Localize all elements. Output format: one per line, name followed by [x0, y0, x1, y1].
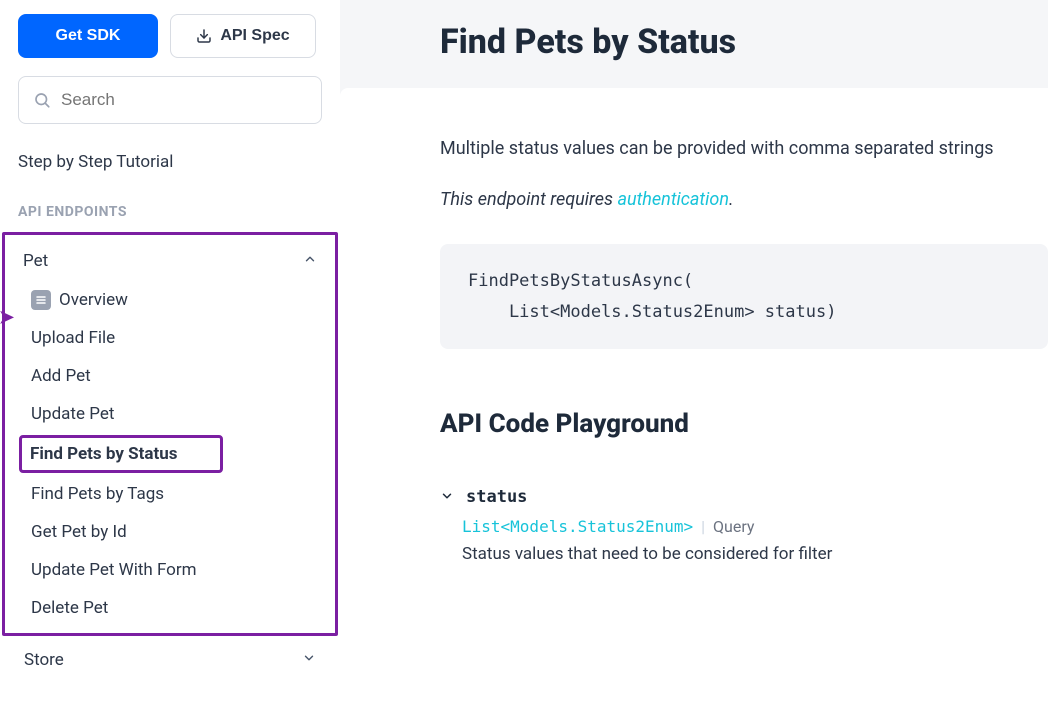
download-icon	[196, 28, 212, 44]
sidebar-item-label: Update Pet	[31, 404, 114, 424]
sidebar-item-label: Update Pet With Form	[31, 560, 197, 580]
param-meta: List<Models.Status2Enum> | Query	[440, 517, 1048, 536]
sidebar-item-label: Upload File	[31, 328, 115, 348]
category-store[interactable]: Store	[18, 640, 322, 670]
sidebar-item-delete-pet[interactable]: Delete Pet	[21, 589, 323, 627]
sidebar-item-update-pet[interactable]: Update Pet	[21, 395, 323, 433]
chevron-down-icon	[302, 651, 316, 669]
search-box[interactable]	[18, 76, 322, 124]
sidebar-item-label: Overview	[59, 290, 128, 310]
sidebar-item-find-pets-by-status[interactable]: Find Pets by Status	[19, 435, 223, 473]
section-label: API ENDPOINTS	[18, 204, 322, 220]
api-spec-button[interactable]: API Spec	[170, 14, 316, 58]
get-sdk-button[interactable]: Get SDK	[18, 14, 158, 58]
pet-nav-list: Overview Upload File Add Pet Update Pet …	[17, 281, 323, 627]
param-name: status	[466, 487, 527, 507]
sidebar-item-update-pet-with-form[interactable]: Update Pet With Form	[21, 551, 323, 589]
api-spec-label: API Spec	[220, 27, 289, 45]
chevron-down-icon	[440, 488, 454, 507]
param-description: Status values that need to be considered…	[462, 544, 1048, 564]
sidebar-item-label: Find Pets by Tags	[31, 484, 164, 504]
param-location: Query	[713, 517, 754, 536]
document-icon	[31, 290, 51, 310]
endpoint-description: Multiple status values can be provided w…	[440, 138, 1048, 159]
auth-prefix: This endpoint requires	[440, 189, 617, 210]
category-label: Store	[24, 650, 64, 670]
tutorial-link[interactable]: Step by Step Tutorial	[18, 152, 322, 172]
param-header[interactable]: status	[440, 487, 1048, 507]
sidebar-item-label: Find Pets by Status	[30, 444, 177, 464]
sidebar-item-label: Add Pet	[31, 366, 91, 386]
category-pet[interactable]: Pet	[17, 241, 323, 281]
param-type[interactable]: List<Models.Status2Enum>	[462, 517, 693, 536]
sidebar: Get SDK API Spec Step by Step Tutorial A…	[0, 0, 340, 711]
param-block: status List<Models.Status2Enum> | Query …	[440, 487, 1048, 564]
auth-note: This endpoint requires authentication.	[440, 189, 1048, 210]
sidebar-item-label: Get Pet by Id	[31, 522, 127, 542]
auth-suffix: .	[729, 189, 734, 210]
sidebar-item-add-pet[interactable]: Add Pet	[21, 357, 323, 395]
sidebar-item-upload-file[interactable]: Upload File	[21, 319, 323, 357]
code-sample: FindPetsByStatusAsync( List<Models.Statu…	[440, 244, 1048, 349]
sidebar-item-overview[interactable]: Overview	[21, 281, 323, 319]
page-title: Find Pets by Status	[340, 22, 1048, 62]
search-icon	[33, 91, 51, 109]
separator: |	[701, 517, 705, 536]
category-label: Pet	[23, 251, 48, 271]
authentication-link[interactable]: authentication	[617, 189, 729, 210]
sidebar-item-find-pets-by-tags[interactable]: Find Pets by Tags	[21, 475, 323, 513]
playground-heading: API Code Playground	[440, 409, 1048, 439]
sidebar-item-label: Delete Pet	[31, 598, 108, 618]
search-input[interactable]	[61, 90, 307, 110]
main-content: Find Pets by Status Multiple status valu…	[340, 0, 1048, 711]
chevron-up-icon	[303, 252, 317, 270]
content-card: Multiple status values can be provided w…	[340, 88, 1048, 711]
top-button-row: Get SDK API Spec	[18, 14, 322, 58]
sidebar-item-get-pet-by-id[interactable]: Get Pet by Id	[21, 513, 323, 551]
pet-category-box: ➤ Pet Overview Upload File Add Pet Updat…	[2, 232, 338, 636]
pointer-arrow-icon: ➤	[0, 307, 14, 328]
